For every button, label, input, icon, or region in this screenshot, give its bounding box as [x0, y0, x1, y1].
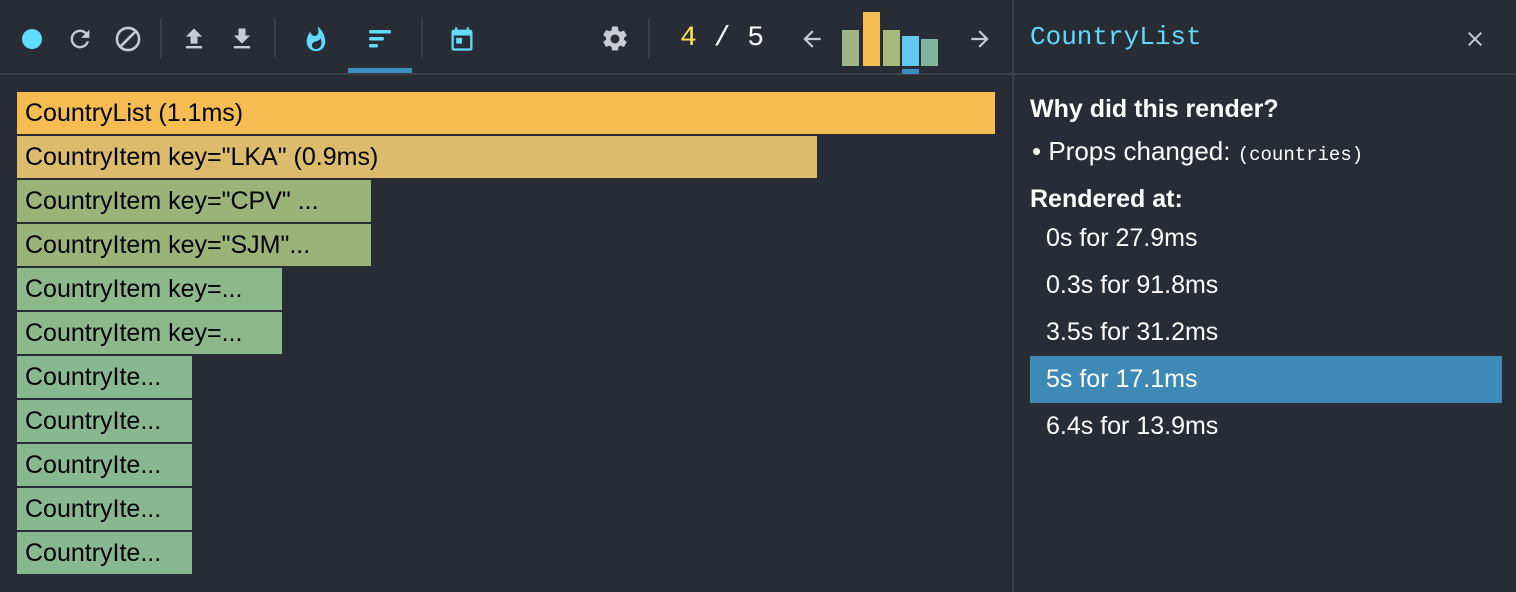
commit-item[interactable]: 0.3s for 91.8ms: [1030, 262, 1502, 309]
selected-component-name: CountryList: [1030, 22, 1202, 52]
why-render-heading: Why did this render?: [1030, 95, 1279, 123]
props-changed-label: Props changed:: [1048, 136, 1231, 166]
sidebar-header: CountryList: [1014, 0, 1516, 75]
chart-row[interactable]: CountryItem key=...: [17, 268, 282, 310]
clear-icon[interactable]: [111, 22, 145, 56]
flamegraph-icon[interactable]: [299, 22, 333, 56]
toolbar-separator: [274, 18, 276, 58]
commit-current: 4: [680, 23, 697, 54]
commit-item[interactable]: 0s for 27.9ms: [1030, 215, 1502, 262]
prev-arrow-icon[interactable]: [795, 22, 829, 56]
rendered-at-heading: Rendered at:: [1030, 185, 1183, 213]
commit-separator: /: [713, 23, 731, 54]
bullet-glyph: •: [1032, 136, 1042, 166]
toolbar-separator: [648, 18, 650, 58]
chart-row[interactable]: CountryIte...: [17, 488, 192, 530]
close-icon[interactable]: [1458, 22, 1492, 56]
commit-bar[interactable]: [902, 36, 919, 66]
commit-bar-selector[interactable]: [842, 8, 942, 76]
commit-total: 5: [747, 23, 765, 54]
toolbar-separator: [421, 18, 423, 58]
toolbar-separator: [160, 18, 162, 58]
chart-row[interactable]: CountryList (1.1ms): [17, 92, 995, 134]
chart-row[interactable]: CountryIte...: [17, 444, 192, 486]
profiler-toolbar: 4 / 5: [0, 0, 1012, 75]
commit-item[interactable]: 3.5s for 31.2ms: [1030, 309, 1502, 356]
chart-row[interactable]: CountryIte...: [17, 356, 192, 398]
timeline-icon[interactable]: [445, 22, 479, 56]
commit-counter: 4 / 5: [680, 22, 764, 56]
chart-row[interactable]: CountryIte...: [17, 532, 192, 574]
next-arrow-icon[interactable]: [963, 22, 997, 56]
upload-icon[interactable]: [177, 22, 211, 56]
settings-icon[interactable]: [598, 22, 632, 56]
chart-row[interactable]: CountryItem key="SJM"...: [17, 224, 371, 266]
commit-bar[interactable]: [921, 39, 938, 66]
chart-row[interactable]: CountryItem key="CPV" ...: [17, 180, 371, 222]
commit-bar[interactable]: [883, 30, 900, 66]
chart-row[interactable]: CountryIte...: [17, 400, 192, 442]
commit-bar[interactable]: [842, 30, 859, 66]
commit-bar[interactable]: [863, 12, 880, 66]
commit-item[interactable]: 6.4s for 13.9ms: [1030, 403, 1502, 450]
component-details-sidebar: CountryList Why did this render? • Props…: [1014, 0, 1516, 592]
ranked-icon[interactable]: [363, 22, 397, 56]
chart-row[interactable]: CountryItem key=...: [17, 312, 282, 354]
props-changed-value: (countries): [1237, 144, 1364, 166]
selected-commit-marker: [902, 69, 919, 74]
props-changed-item: • Props changed: (countries): [1032, 136, 1363, 167]
download-icon[interactable]: [225, 22, 259, 56]
record-icon[interactable]: [15, 22, 49, 56]
active-tab-indicator: [348, 68, 412, 73]
reload-icon[interactable]: [63, 22, 97, 56]
chart-row[interactable]: CountryItem key="LKA" (0.9ms): [17, 136, 817, 178]
commit-item[interactable]: 5s for 17.1ms: [1030, 356, 1502, 403]
profiler-main-panel: 4 / 5 CountryList (1.1ms) CountryItem key…: [0, 0, 1012, 592]
